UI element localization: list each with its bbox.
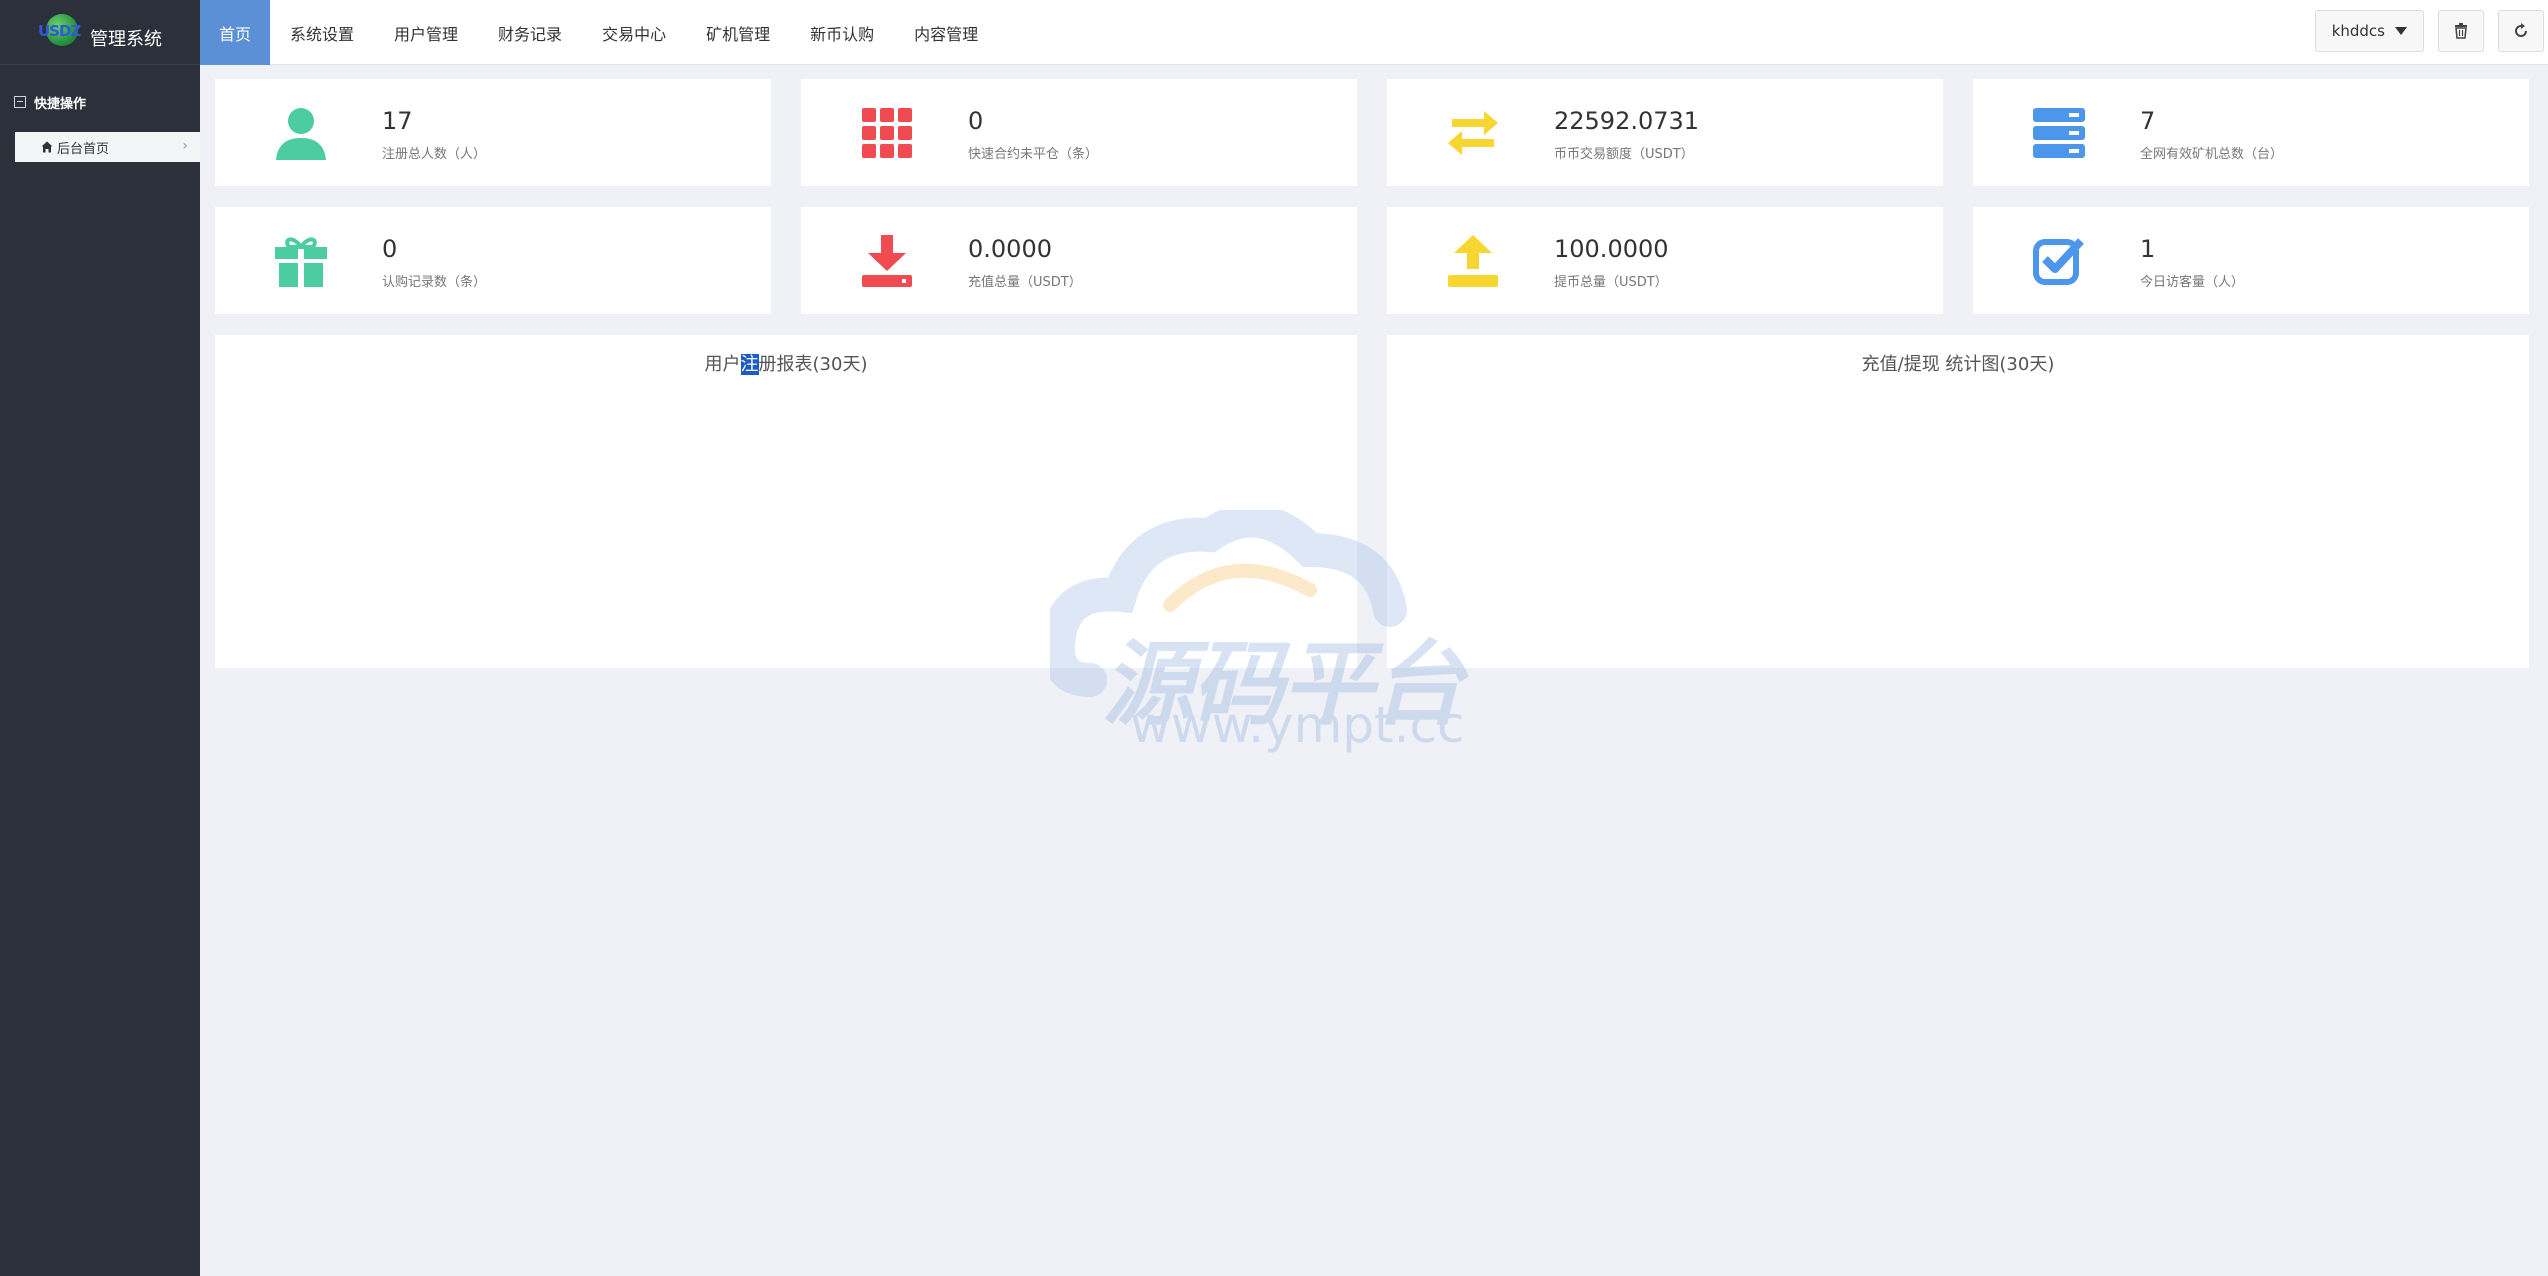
header-actions: khddcs [2314,10,2544,52]
user-dropdown[interactable]: khddcs [2314,10,2424,52]
home-icon [41,141,53,153]
stat-caption: 充值总量（USDT） [968,275,1082,290]
stat-card-deposits: 0.0000 充值总量（USDT） [801,207,1357,314]
sidebar-item-label: 后台首页 [57,141,110,157]
stat-value: 7 [2140,107,2156,135]
stat-caption: 全网有效矿机总数（台） [2140,147,2284,162]
panel-title: 用户注册报表(30天) [215,350,1357,376]
stat-card-withdrawals: 100.0000 提币总量（USDT） [1387,207,1943,314]
upload-icon [1443,231,1503,291]
caret-down-icon [2395,27,2407,35]
logout-button[interactable] [2498,10,2544,52]
panel-title-part: 册报表(30天) [758,354,868,375]
nav-item-content-management[interactable]: 内容管理 [894,0,998,65]
stat-caption: 币币交易额度（USDT） [1554,147,1694,162]
logo[interactable]: USDZ 管理系统 [0,0,200,65]
stat-value: 0 [968,107,984,135]
clear-cache-button[interactable] [2438,10,2484,52]
nav-item-home[interactable]: 首页 [200,0,271,65]
stat-card-subscriptions: 0 认购记录数（条） [215,207,771,314]
stat-card-registered-users: 17 注册总人数（人） [215,79,771,186]
panel-title-part: 用户 [704,354,741,375]
nav-item-trading-center[interactable]: 交易中心 [582,0,686,65]
stat-value: 0 [382,235,398,263]
stat-card-active-miners: 7 全网有效矿机总数（台） [1973,79,2529,186]
server-icon [2029,103,2089,163]
user-registration-chart-panel: 用户注册报表(30天) [215,335,1357,668]
nav-item-new-coin-subscription[interactable]: 新币认购 [790,0,894,65]
stat-value: 1 [2140,235,2156,263]
chevron-right-icon: › [182,138,188,154]
stat-caption: 提币总量（USDT） [1554,275,1668,290]
download-icon [857,231,917,291]
top-navbar: 首页 系统设置 用户管理 财务记录 交易中心 矿机管理 新币认购 内容管理 kh… [200,0,2548,65]
username: khddcs [2331,22,2385,40]
stat-value: 100.0000 [1554,235,1669,263]
stat-caption: 快速合约未平仓（条） [968,147,1099,162]
gift-icon [271,231,331,291]
sidebar-section-header[interactable]: 快捷操作 [0,65,200,117]
sidebar-item-home[interactable]: 后台首页 › [15,132,200,162]
checkbox-icon [2029,231,2089,291]
stat-card-trade-volume: 22592.0731 币币交易额度（USDT） [1387,79,1943,186]
stat-caption: 认购记录数（条） [382,275,487,290]
stat-caption: 今日访客量（人） [2140,275,2245,290]
nav-item-user-management[interactable]: 用户管理 [374,0,478,65]
grid-icon [857,103,917,163]
stat-value: 17 [382,107,413,135]
watermark-url: www.ympt.cc [1130,696,1465,754]
exchange-icon [1443,103,1503,163]
main-nav: 首页 系统设置 用户管理 财务记录 交易中心 矿机管理 新币认购 内容管理 [200,0,2548,65]
stat-value: 0.0000 [968,235,1052,263]
panel-title-selected: 注 [740,354,759,375]
sidebar-section-label: 快捷操作 [34,96,87,112]
collapse-icon[interactable] [14,96,26,108]
panel-title: 充值/提现 统计图(30天) [1861,354,2055,375]
refresh-icon [2515,23,2527,37]
sidebar: USDZ 管理系统 快捷操作 后台首页 › [0,0,200,1276]
stat-caption: 注册总人数（人） [382,147,487,162]
nav-item-system-settings[interactable]: 系统设置 [270,0,374,65]
nav-item-finance-records[interactable]: 财务记录 [478,0,582,65]
trash-icon [2455,23,2467,39]
stat-value: 22592.0731 [1554,107,1700,135]
logo-mark: USDZ [38,12,84,52]
stat-card-open-contracts: 0 快速合约未平仓（条） [801,79,1357,186]
stat-card-visitors: 1 今日访客量（人） [1973,207,2529,314]
user-icon [271,103,331,163]
app-title: 管理系统 [90,29,162,50]
logo-text: USDZ [38,22,81,40]
nav-item-miner-management[interactable]: 矿机管理 [686,0,790,65]
deposit-withdraw-chart-panel: 充值/提现 统计图(30天) [1387,335,2529,668]
